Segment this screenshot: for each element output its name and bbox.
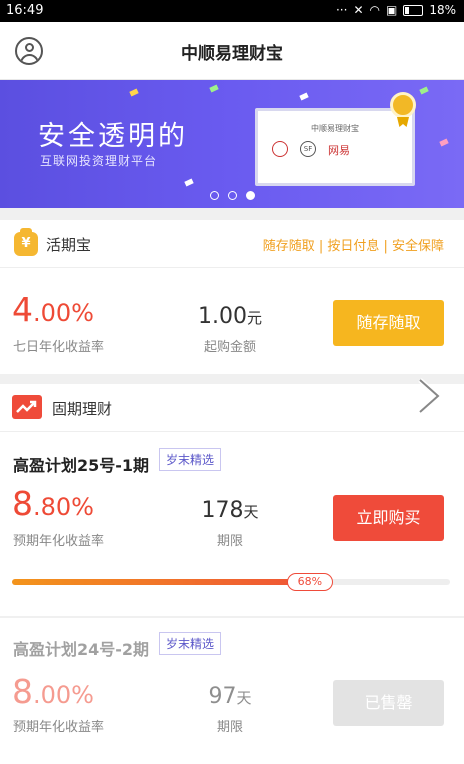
buy-now-button[interactable]: 立即购买: [333, 495, 444, 541]
page-title: 中顺易理财宝: [181, 44, 283, 64]
product-term: 178天: [201, 498, 259, 523]
dingqi-title: 固期理财: [52, 400, 113, 418]
product-tag: 岁末精选: [159, 632, 222, 655]
product-card[interactable]: 高盈计划25号-1期 岁末精选 8.80% 预期年化收益率 178天 期限 立即…: [0, 432, 464, 616]
banner-headline: 安全透明的: [38, 121, 188, 152]
sold-out-button: 已售罄: [333, 680, 444, 726]
pagination-dot[interactable]: [227, 191, 237, 200]
huoqi-card[interactable]: 4.00% 七日年化收益率 1.00元 起购金额 随存随取: [0, 268, 464, 374]
huoqi-rate: 4.00%: [12, 290, 94, 329]
huoqi-features: 随存随取 | 按日付息 | 安全保障: [262, 239, 444, 254]
deposit-withdraw-button[interactable]: 随存随取: [333, 300, 444, 346]
status-time: 16:49: [6, 3, 44, 18]
trend-chart-icon: [12, 395, 42, 419]
product-card[interactable]: 高盈计划24号-2期 岁末精选 8.00% 预期年化收益率 97天 期限 已售罄: [0, 618, 464, 764]
sales-progress-bar: [12, 579, 450, 585]
confetti-decoration: [299, 92, 309, 101]
product-name: 高盈计划24号-2期: [13, 640, 150, 659]
status-bar: 16:49 ··· ✕ ◠ ▣ 18%: [0, 0, 464, 22]
promo-banner[interactable]: 安全透明的 互联网投资理财平台 中顺易理财宝 SF 网易: [0, 80, 464, 208]
sf-logo: SF: [300, 141, 316, 157]
wifi-icon: ◠: [369, 3, 380, 17]
huoqi-min-amount-label: 起购金额: [203, 340, 256, 355]
certificate-title: 中顺易理财宝: [311, 124, 359, 133]
product-name: 高盈计划25号-1期: [13, 456, 150, 475]
certificate-card: 中顺易理财宝 SF 网易: [255, 108, 415, 186]
money-bag-icon: [14, 228, 38, 256]
confetti-decoration: [419, 86, 429, 95]
huoqi-rate-label: 七日年化收益率: [13, 340, 105, 355]
mute-icon: ✕: [353, 3, 364, 17]
battery-icon: [403, 4, 424, 16]
netease-logo: 网易: [328, 144, 350, 157]
confetti-decoration: [439, 138, 449, 147]
pagination-dot[interactable]: [209, 191, 219, 200]
product-rate-label: 预期年化收益率: [13, 534, 105, 549]
chevron-right-icon[interactable]: [414, 376, 444, 416]
partner-logo-icon: [272, 141, 288, 157]
dots-icon: ···: [335, 3, 348, 17]
product-rate-label: 预期年化收益率: [13, 720, 105, 735]
product-rate: 8.00%: [12, 672, 94, 711]
dingqi-header[interactable]: 固期理财: [0, 384, 464, 432]
banner-pagination: [0, 191, 464, 200]
status-icons: ··· ✕ ◠ ▣ 18%: [336, 3, 456, 17]
section-divider: [0, 374, 464, 384]
product-term-label: 期限: [216, 534, 243, 549]
huoqi-header[interactable]: 活期宝 随存随取 | 按日付息 | 安全保障: [0, 220, 464, 268]
sales-progress-fill: [12, 579, 310, 585]
medal-icon: [390, 92, 416, 118]
product-term: 97天: [208, 684, 252, 709]
top-nav-bar: 中顺易理财宝: [0, 22, 464, 80]
banner-subtitle: 互联网投资理财平台: [40, 154, 158, 168]
confetti-decoration: [209, 84, 219, 93]
battery-percent: 18%: [429, 3, 456, 17]
product-rate: 8.80%: [12, 484, 94, 523]
confetti-decoration: [129, 88, 139, 97]
sim-icon: ▣: [385, 3, 398, 17]
pagination-dot-active[interactable]: [245, 191, 255, 200]
sales-progress-badge: 68%: [286, 573, 333, 591]
huoqi-title: 活期宝: [46, 236, 92, 254]
product-tag: 岁末精选: [159, 448, 222, 471]
huoqi-min-amount: 1.00元: [198, 304, 262, 329]
confetti-decoration: [184, 178, 194, 187]
partner-logos: SF 网易: [272, 141, 350, 158]
product-term-label: 期限: [216, 720, 243, 735]
